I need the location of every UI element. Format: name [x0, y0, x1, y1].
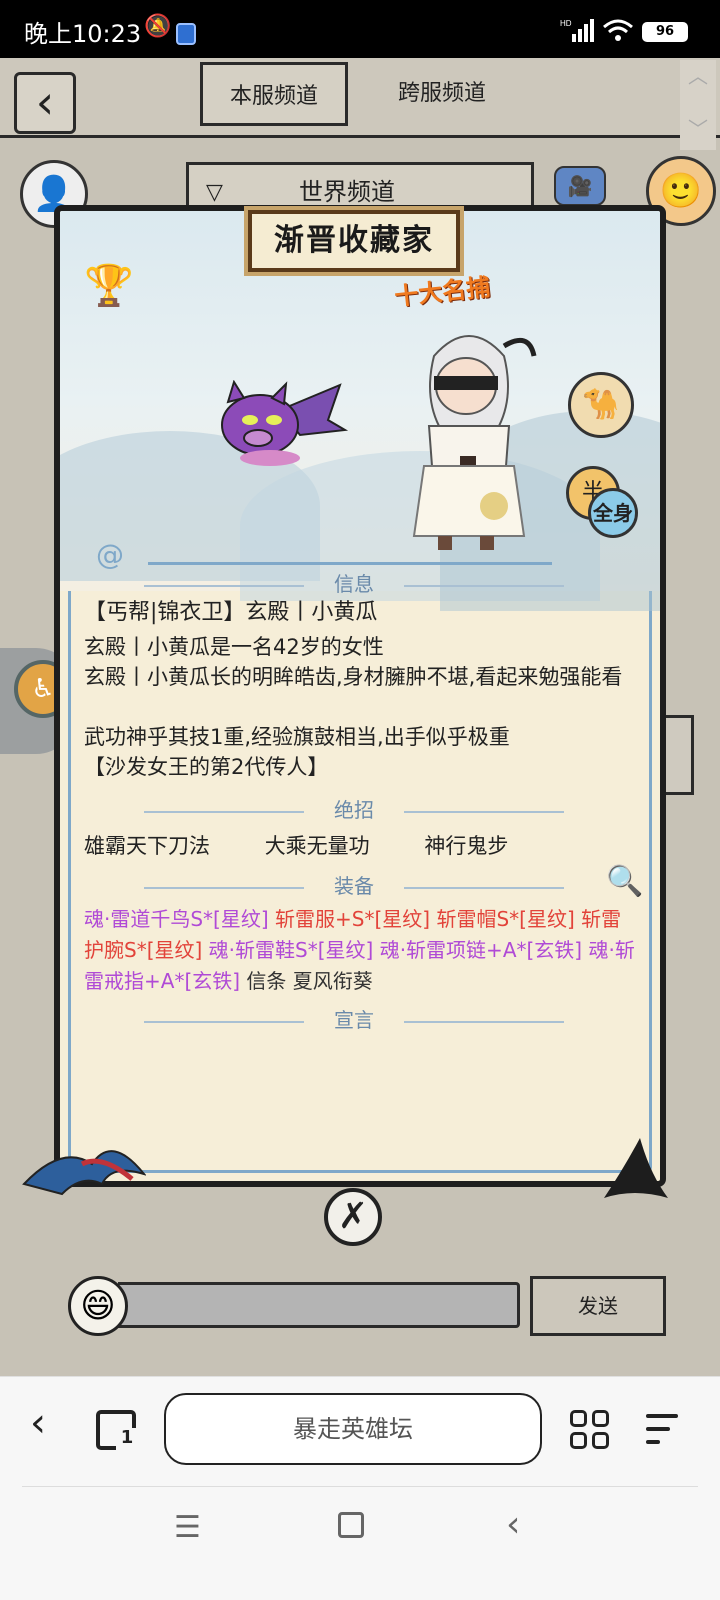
signal-icon: HD	[560, 19, 594, 42]
svg-text:HD: HD	[560, 19, 572, 28]
dropdown-triangle-icon: ▽	[206, 180, 223, 205]
app-notification-icon	[176, 23, 196, 45]
system-back-icon[interactable]: ‹	[506, 1504, 520, 1545]
skill-item[interactable]: 神行鬼步	[424, 834, 508, 858]
info-line-age: 玄殿丨小黄瓜是一名42岁的女性	[84, 635, 384, 659]
equipment-item[interactable]: 魂·斩雷鞋S*[星纹]	[209, 938, 374, 962]
browser-back-icon[interactable]: ‹	[30, 1400, 46, 1446]
section-heading-info: 信息	[54, 568, 654, 597]
section-heading-equipment: 装备	[54, 870, 654, 899]
character-portrait	[412, 335, 537, 550]
info-line-appearance: 玄殿丨小黄瓜长的明眸皓齿,身材臃肿不堪,看起来勉强能看	[84, 665, 623, 689]
equipment-list: 魂·雷道千鸟S*[星纹] 斩雷服+S*[星纹] 斩雷帽S*[星纹] 斩雷护腕S*…	[84, 904, 640, 997]
channel-header	[0, 58, 720, 138]
tab-local-server[interactable]: 本服频道	[200, 62, 348, 126]
section-heading-skills: 绝招	[54, 794, 654, 823]
section-label: 绝招	[334, 798, 374, 822]
cloud-ornament-icon: @	[96, 538, 124, 571]
emoji-button[interactable]: 😄	[68, 1276, 128, 1336]
equipment-item[interactable]: 信条	[246, 969, 286, 993]
equipment-item[interactable]: 魂·雷道千鸟S*[星纹]	[84, 907, 269, 931]
wifi-icon	[603, 19, 633, 41]
menu-icon[interactable]	[644, 1412, 680, 1446]
profile-card	[54, 205, 666, 1187]
info-line-martial: 武功神乎其技1重,经验旗鼓相当,出手似乎极重	[84, 725, 510, 749]
divider	[22, 1486, 698, 1487]
system-nav-bar	[0, 1488, 720, 1600]
witch-hat-ornament	[604, 1138, 668, 1198]
camera-icon[interactable]: 🎥	[554, 166, 606, 206]
section-label: 信息	[334, 572, 374, 596]
info-line-faction: 【丐帮|锦衣卫】玄殿丨小黄瓜	[84, 600, 378, 625]
equipment-item[interactable]: 斩雷帽S*[星纹]	[436, 907, 574, 931]
tab-count: 1	[116, 1428, 138, 1450]
chat-input[interactable]	[118, 1282, 520, 1328]
skill-item[interactable]: 大乘无量功	[265, 834, 370, 858]
magnifier-icon[interactable]: 🔍	[606, 864, 643, 899]
equipment-item[interactable]: 魂·斩雷项链+A*[玄铁]	[380, 938, 582, 962]
divider	[148, 562, 552, 565]
recent-apps-icon[interactable]: ☰	[174, 1510, 201, 1545]
section-heading-declaration: 宣言	[54, 1004, 654, 1033]
mute-icon: 🔕	[144, 14, 172, 39]
info-line-lineage: 【沙发女王的第2代传人】	[84, 755, 329, 779]
tab-cross-server[interactable]: 跨服频道	[368, 62, 516, 126]
skill-item[interactable]: 雄霸天下刀法	[84, 834, 210, 858]
status-bar: 晚上10:23 🔕 HD 96	[0, 0, 720, 58]
home-icon[interactable]	[338, 1512, 364, 1538]
close-icon[interactable]: ✗	[324, 1188, 382, 1246]
trophy-icon[interactable]: 🏆	[84, 262, 134, 309]
equipment-item[interactable]: 夏风衔葵	[293, 969, 373, 993]
send-button[interactable]: 发送	[530, 1276, 666, 1336]
section-label: 宣言	[334, 1008, 374, 1032]
mount-view-button[interactable]: 🐪	[568, 372, 634, 438]
swallow-ornament	[22, 1150, 146, 1196]
collapse-arrows-icon[interactable]: ︿ ﹀	[680, 60, 716, 150]
bat-pet-image	[221, 380, 349, 466]
status-time: 晚上10:23	[24, 20, 142, 48]
full-body-button[interactable]: 全身	[588, 488, 638, 538]
battery-indicator: 96	[642, 22, 688, 42]
skills-list: 雄霸天下刀法 大乘无量功 神行鬼步	[84, 830, 556, 860]
equipment-item[interactable]: 斩雷服+S*[星纹]	[275, 907, 430, 931]
section-label: 装备	[334, 874, 374, 898]
address-bar[interactable]: 暴走英雄坛	[164, 1393, 542, 1465]
back-button[interactable]: ‹	[14, 72, 76, 134]
grid-apps-icon[interactable]	[570, 1410, 610, 1450]
card-title: 渐晋收藏家	[248, 210, 460, 272]
